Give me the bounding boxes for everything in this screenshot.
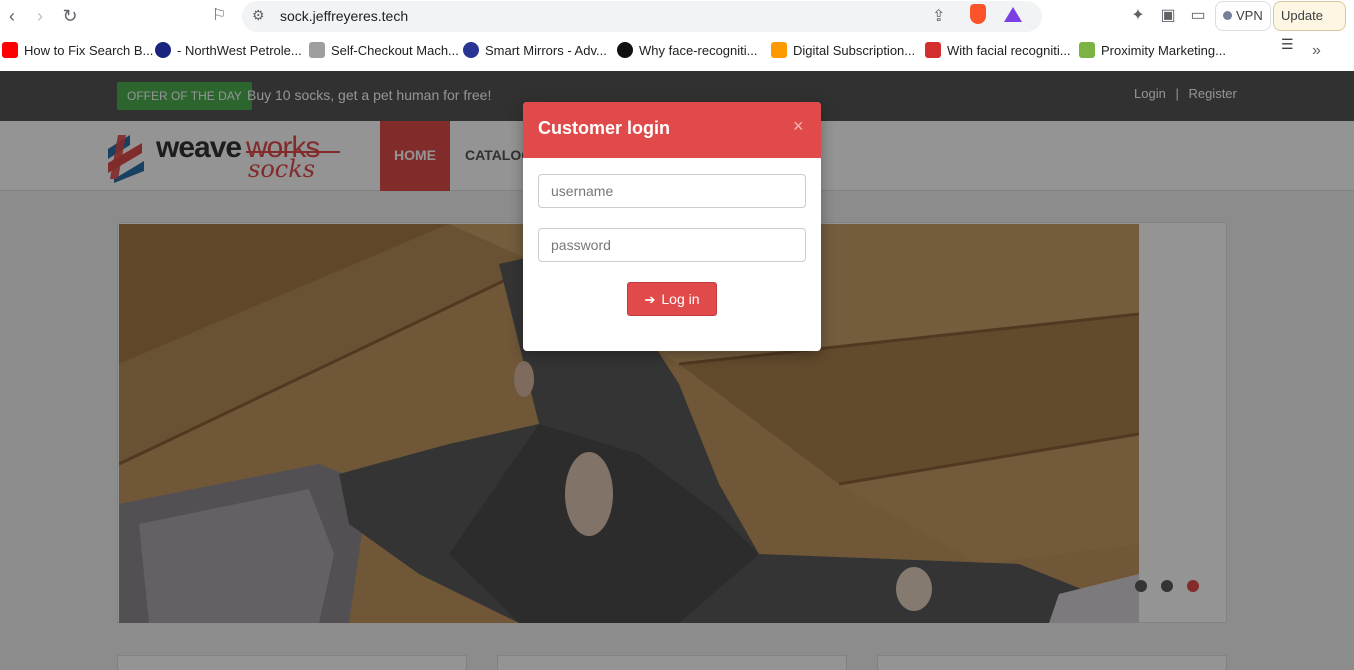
update-label: Update (1281, 8, 1323, 23)
update-button[interactable]: Update ☰ (1273, 1, 1346, 52)
login-modal: Customer login × ➔ Log in (523, 102, 821, 351)
vpn-button[interactable]: VPN (1215, 1, 1271, 31)
youtube-icon (2, 42, 18, 58)
password-input[interactable] (538, 228, 806, 262)
extensions-icon[interactable]: ✦ (1126, 4, 1150, 28)
username-input[interactable] (538, 174, 806, 208)
bookmark-item[interactable]: Digital Subscription... (771, 38, 915, 64)
modal-title: Customer login (538, 118, 671, 138)
vpn-label: VPN (1236, 8, 1263, 23)
bookmark-item[interactable]: How to Fix Search B... (2, 38, 153, 64)
cnet-icon (925, 42, 941, 58)
sidebar-icon[interactable]: ▣ (1156, 4, 1180, 28)
more-bookmarks-icon[interactable]: » (1312, 38, 1321, 64)
bookmark-item[interactable]: Self-Checkout Mach... (309, 38, 459, 64)
amazon-icon (771, 42, 787, 58)
brave-shield-icon[interactable] (970, 4, 986, 24)
share-icon[interactable]: ⇪ (932, 6, 945, 26)
site-settings-icon[interactable]: ⚙ (252, 7, 265, 24)
browser-chrome: ‹ › ↻ ⚐ ⚙ sock.jeffreyeres.tech ⇪ ✦ ▣ ▭ … (0, 0, 1354, 71)
address-bar[interactable]: ⚙ sock.jeffreyeres.tech ⇪ (242, 1, 1042, 32)
reload-icon[interactable]: ↻ (58, 4, 82, 28)
bookmark-item[interactable]: With facial recogniti... (925, 38, 1071, 64)
login-button[interactable]: ➔ Log in (627, 282, 717, 316)
url-text[interactable]: sock.jeffreyeres.tech (280, 8, 408, 24)
bookmark-item[interactable]: Proximity Marketing... (1079, 38, 1226, 64)
vpn-status-icon (1223, 11, 1232, 20)
globe-dark-icon (155, 42, 171, 58)
brave-rewards-icon[interactable] (1004, 7, 1022, 22)
circle-logo-icon (617, 42, 633, 58)
page-icon (309, 42, 325, 58)
modal-header: Customer login × (523, 102, 821, 158)
bookmark-icon[interactable]: ⚐ (207, 4, 231, 28)
forward-icon[interactable]: › (28, 4, 52, 28)
bookmark-item[interactable]: - NorthWest Petrole... (155, 38, 302, 64)
wallet-icon[interactable]: ▭ (1186, 4, 1210, 28)
sign-in-icon: ➔ (644, 292, 656, 307)
t-badge-icon (463, 42, 479, 58)
bookmark-item[interactable]: Why face-recogniti... (617, 38, 758, 64)
close-icon[interactable]: × (793, 116, 804, 136)
bookmarks-bar: How to Fix Search B... - NorthWest Petro… (0, 38, 1354, 64)
shopify-icon (1079, 42, 1095, 58)
login-button-label: Log in (661, 291, 700, 307)
bookmark-item[interactable]: Smart Mirrors - Adv... (463, 38, 607, 64)
back-icon[interactable]: ‹ (0, 4, 24, 28)
